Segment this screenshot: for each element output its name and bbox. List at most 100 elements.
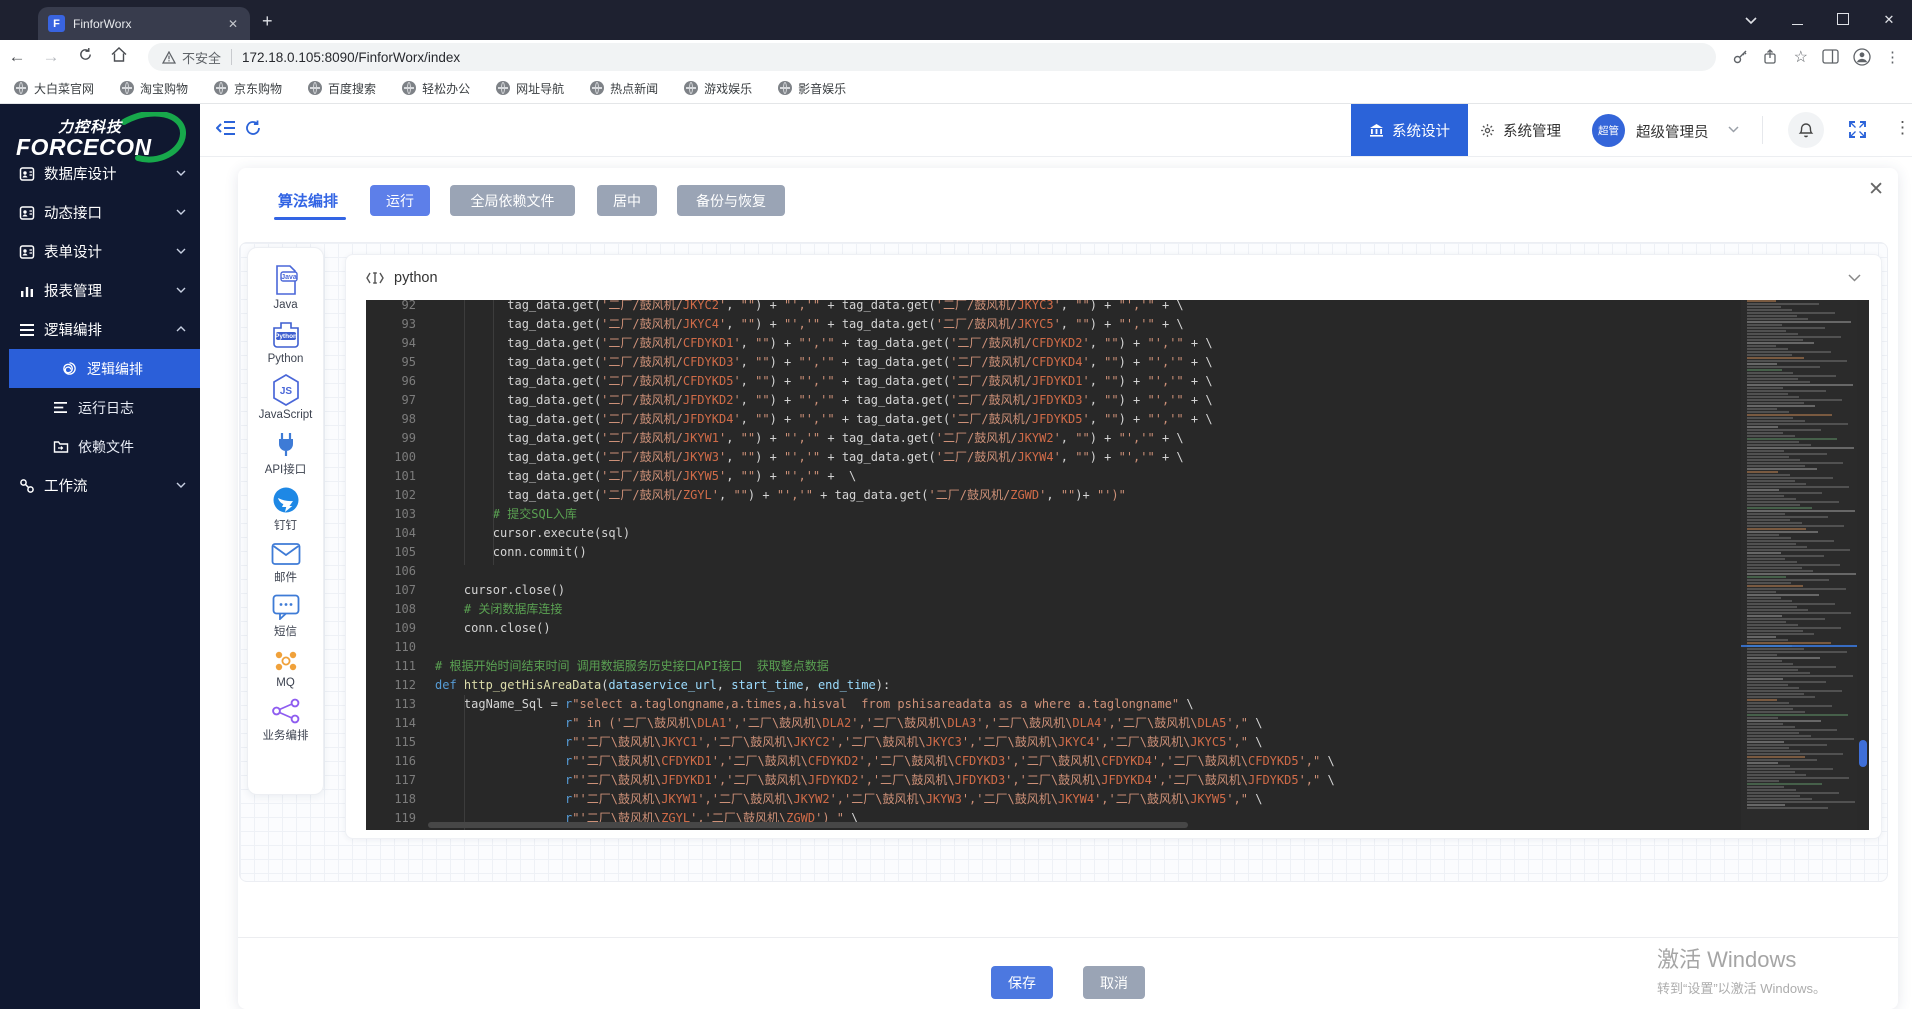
- collapse-sidebar-icon[interactable]: [216, 119, 236, 142]
- code-editor[interactable]: 92 tag_data.get('二厂/鼓风机/JKYC2', "") + "'…: [366, 300, 1869, 830]
- bookmark-item[interactable]: 京东购物: [214, 80, 282, 97]
- code-line: 106: [366, 562, 1741, 581]
- user-badge[interactable]: 超管: [1592, 114, 1625, 147]
- side-panel-icon[interactable]: [1822, 49, 1839, 64]
- nav-system-manage[interactable]: 系统管理: [1462, 104, 1579, 156]
- line-number: 106: [366, 562, 435, 581]
- action-button-备份与恢复[interactable]: 备份与恢复: [677, 185, 785, 216]
- bookmark-star-icon[interactable]: ☆: [1794, 47, 1808, 67]
- palette-item-短信[interactable]: 短信: [248, 594, 323, 639]
- nav-system-design[interactable]: 系统设计: [1351, 104, 1468, 156]
- line-number: 109: [366, 619, 435, 638]
- password-key-icon[interactable]: [1732, 48, 1749, 65]
- address-field[interactable]: 不安全 172.18.0.105:8090/FinforWorx/index: [148, 43, 1716, 71]
- app-header: 系统设计 系统管理 超管 超级管理员 ⋮: [200, 104, 1912, 157]
- sidebar-item-逻辑编排[interactable]: 逻辑编排: [0, 310, 200, 349]
- palette-item-label: MQ: [276, 677, 295, 689]
- code-line: 93 tag_data.get('二厂/鼓风机/JKYC4', "") + "'…: [366, 315, 1741, 334]
- globe-icon: [590, 81, 604, 95]
- action-button-居中[interactable]: 居中: [597, 185, 657, 216]
- palette-item-Java[interactable]: JavaJava: [248, 264, 323, 311]
- java-icon: Java: [271, 264, 301, 296]
- svg-text:Java: Java: [281, 274, 297, 281]
- bookmark-item[interactable]: 影音娱乐: [778, 80, 846, 97]
- sidebar-item-表单设计[interactable]: 表单设计: [0, 232, 200, 271]
- save-button[interactable]: 保存: [991, 966, 1053, 999]
- line-number: 100: [366, 448, 435, 467]
- bookmark-item[interactable]: 轻松办公: [402, 80, 470, 97]
- back-icon[interactable]: ←: [0, 47, 34, 67]
- svg-text:Python: Python: [274, 333, 296, 340]
- share-icon[interactable]: [1763, 48, 1780, 65]
- forward-icon[interactable]: →: [34, 47, 68, 67]
- sidebar-item-label: 报表管理: [44, 280, 167, 301]
- sidebar-subitem-逻辑编排[interactable]: 逻辑编排: [9, 349, 200, 388]
- browser-menu-icon[interactable]: ⋮: [1885, 48, 1900, 66]
- python-code-panel: python 92 tag_data.get('二厂/鼓风机/JKYC2', "…: [345, 254, 1882, 839]
- code-line: 97 tag_data.get('二厂/鼓风机/JFDYKD2', "") + …: [366, 391, 1741, 410]
- mq-icon: [271, 648, 301, 674]
- palette-item-label: 钉钉: [274, 517, 297, 533]
- action-button-全局依赖文件[interactable]: 全局依赖文件: [450, 185, 575, 216]
- bookmark-item[interactable]: 大白菜官网: [14, 80, 94, 97]
- notifications-bell-icon[interactable]: [1788, 112, 1824, 148]
- palette-item-邮件[interactable]: 邮件: [248, 542, 323, 585]
- panel-collapse-icon[interactable]: [1848, 269, 1861, 287]
- palette-item-业务编排[interactable]: 业务编排: [248, 698, 323, 743]
- warning-icon: [162, 51, 176, 64]
- log-icon: [52, 399, 69, 416]
- bookmark-item[interactable]: 网址导航: [496, 80, 564, 97]
- palette-item-JavaScript[interactable]: JSJavaScript: [248, 374, 323, 421]
- sidebar-item-动态接口[interactable]: 动态接口: [0, 193, 200, 232]
- home-icon[interactable]: [102, 47, 136, 67]
- sidebar: 力控科技 FORCECON 数据库设计动态接口表单设计报表管理逻辑编排逻辑编排运…: [0, 104, 200, 1009]
- minimap[interactable]: [1741, 300, 1857, 830]
- cancel-button[interactable]: 取消: [1083, 966, 1145, 999]
- palette-item-Python[interactable]: PythonPython: [248, 320, 323, 365]
- sidebar-subitem-依赖文件[interactable]: 依赖文件: [0, 427, 200, 466]
- windows-activation-watermark: 激活 Windows 转到“设置”以激活 Windows。: [1657, 942, 1826, 997]
- profile-avatar-icon[interactable]: [1853, 48, 1871, 66]
- fullscreen-icon[interactable]: [1848, 120, 1867, 144]
- gear-icon: [1480, 123, 1495, 138]
- palette-item-API接口[interactable]: API接口: [248, 430, 323, 477]
- tab-algorithm-orchestration[interactable]: 算法编排: [278, 190, 338, 211]
- sidebar-subitem-label: 运行日志: [78, 398, 186, 418]
- header-more-icon[interactable]: ⋮: [1894, 118, 1911, 138]
- security-warning[interactable]: 不安全: [162, 48, 221, 67]
- modal-close-icon[interactable]: ✕: [1868, 178, 1884, 201]
- minimize-button[interactable]: [1774, 13, 1820, 28]
- browser-tab[interactable]: F FinforWorx ✕: [38, 7, 250, 40]
- action-button-运行[interactable]: 运行: [370, 185, 430, 216]
- h-scrollbar-thumb[interactable]: [428, 822, 1188, 828]
- new-tab-button[interactable]: +: [262, 12, 273, 30]
- sidebar-item-数据库设计[interactable]: 数据库设计: [0, 154, 200, 193]
- logic-editor-modal: 算法编排 运行全局依赖文件居中备份与恢复 ✕ JavaJava PythonPyt…: [238, 168, 1898, 1009]
- sidebar-item-工作流[interactable]: 工作流: [0, 466, 200, 505]
- line-number: 115: [366, 733, 435, 752]
- palette-item-钉钉[interactable]: 钉钉: [248, 486, 323, 533]
- maximize-button[interactable]: [1820, 13, 1866, 28]
- tab-close-icon[interactable]: ✕: [226, 17, 240, 31]
- sidebar-subitem-运行日志[interactable]: 运行日志: [0, 388, 200, 427]
- tab-search-icon[interactable]: [1728, 13, 1774, 28]
- bookmark-item[interactable]: 游戏娱乐: [684, 80, 752, 97]
- bookmark-item[interactable]: 热点新闻: [590, 80, 658, 97]
- reload-icon[interactable]: [68, 47, 102, 67]
- user-name[interactable]: 超级管理员: [1636, 121, 1709, 142]
- bookmark-item[interactable]: 淘宝购物: [120, 80, 188, 97]
- code-line: 108 # 关闭数据库连接: [366, 600, 1741, 619]
- close-button[interactable]: ✕: [1866, 12, 1912, 28]
- palette-item-MQ[interactable]: MQ: [248, 648, 323, 689]
- globe-icon: [308, 81, 322, 95]
- bookmark-item[interactable]: 百度搜索: [308, 80, 376, 97]
- globe-icon: [14, 81, 28, 95]
- sidebar-item-报表管理[interactable]: 报表管理: [0, 271, 200, 310]
- swirl-icon: [61, 360, 78, 377]
- line-number: 102: [366, 486, 435, 505]
- bookmark-label: 热点新闻: [610, 80, 658, 97]
- user-chevron-down-icon[interactable]: [1728, 125, 1739, 136]
- refresh-page-icon[interactable]: [244, 119, 262, 142]
- scrollbar-thumb[interactable]: [1859, 740, 1867, 767]
- editor-scrollbar[interactable]: [1857, 300, 1869, 830]
